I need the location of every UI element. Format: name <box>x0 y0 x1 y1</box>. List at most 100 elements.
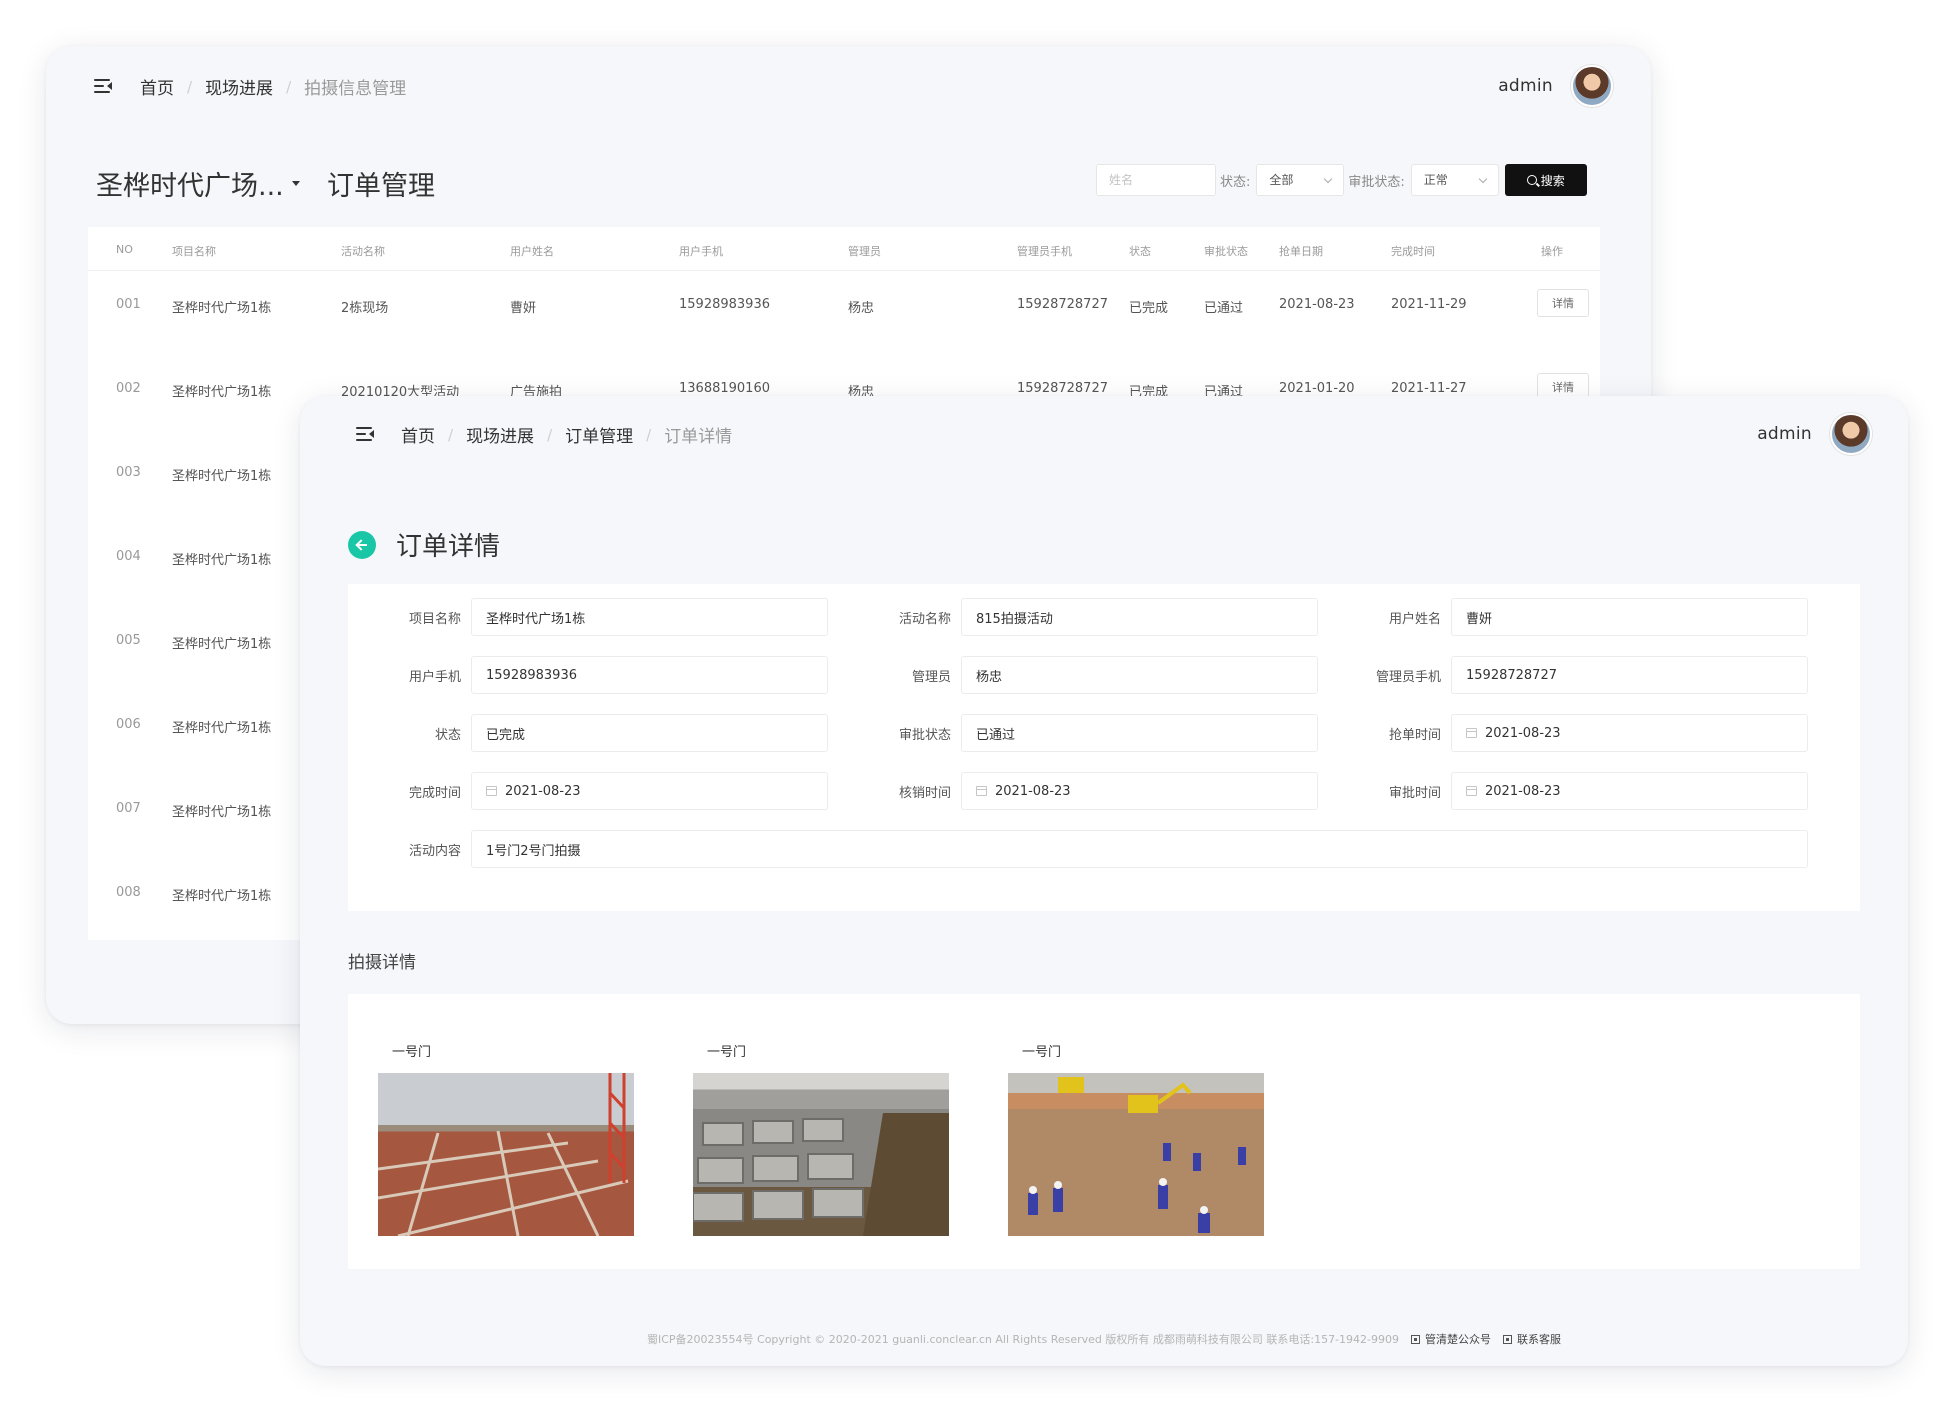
grab-time-input[interactable]: 2021-08-23 <box>1451 714 1808 752</box>
field-admin: 管理员 杨忠 <box>838 656 1318 694</box>
user-phone-input[interactable]: 15928983936 <box>471 656 828 694</box>
user-menu[interactable]: admin <box>1757 413 1872 455</box>
finish-time-input[interactable]: 2021-08-23 <box>471 772 828 810</box>
user-menu[interactable]: admin <box>1498 65 1613 107</box>
th-project: 项目名称 <box>172 245 216 258</box>
avatar[interactable] <box>1830 413 1872 455</box>
menu-collapse-icon[interactable] <box>356 426 374 442</box>
field-activity-name: 活动名称 815拍摄活动 <box>838 598 1318 636</box>
th-status: 状态 <box>1129 245 1151 258</box>
cell-no: 007 <box>116 801 141 816</box>
field-status: 状态 已完成 <box>348 714 828 752</box>
username: admin <box>1757 424 1812 444</box>
field-admin-phone: 管理员手机 15928728727 <box>1328 656 1808 694</box>
cell-no: 003 <box>116 465 141 480</box>
photo-caption: 一号门 <box>392 1045 432 1060</box>
breadcrumb: 首页 / 现场进展 / 订单管理 / 订单详情 <box>401 422 733 448</box>
photo-caption: 一号门 <box>1022 1045 1062 1060</box>
cell-phone: 15928983936 <box>679 297 770 312</box>
project-name-input[interactable]: 圣桦时代广场1栋 <box>471 598 828 636</box>
project-selector-label: 圣桦时代广场... <box>96 171 284 202</box>
site-photo-1[interactable] <box>378 1073 634 1236</box>
breadcrumb-home[interactable]: 首页 <box>401 422 435 447</box>
approval-status-input[interactable]: 已通过 <box>961 714 1318 752</box>
cell-project: 圣桦时代广场1栋 <box>172 721 272 736</box>
approval-status-select[interactable]: 正常 <box>1410 164 1499 196</box>
menu-collapse-icon[interactable] <box>94 78 112 94</box>
verify-time-input[interactable]: 2021-08-23 <box>961 772 1318 810</box>
top-bar: 首页 / 现场进展 / 拍摄信息管理 admin <box>46 46 1651 126</box>
table-row: 001 圣桦时代广场1栋 2栋现场 曹妍 15928983936 杨忠 1592872872… <box>88 271 1600 355</box>
breadcrumb-site-progress[interactable]: 现场进展 <box>466 422 534 447</box>
breadcrumb-current: 订单详情 <box>664 427 733 447</box>
cell-activity: 2栋现场 <box>341 301 389 316</box>
breadcrumb-order-management[interactable]: 订单管理 <box>565 422 633 447</box>
qrcode-icon <box>1411 1334 1421 1344</box>
calendar-icon <box>1466 728 1477 738</box>
cell-approval: 已通过 <box>1204 301 1244 316</box>
caret-down-icon <box>291 181 300 186</box>
order-detail-window: 首页 / 现场进展 / 订单管理 / 订单详情 admin 订单详情 项目名称 … <box>300 396 1908 1366</box>
field-user-name: 用户姓名 曹妍 <box>1328 598 1808 636</box>
cell-no: 004 <box>116 549 141 564</box>
field-verify-time: 核销时间 2021-08-23 <box>838 772 1318 810</box>
chevron-down-icon <box>1324 174 1333 184</box>
chevron-down-icon <box>1478 174 1488 184</box>
back-arrow-icon[interactable] <box>348 530 376 559</box>
field-finish-time: 完成时间 2021-08-23 <box>348 772 828 810</box>
order-detail-form: 项目名称 圣桦时代广场1栋 活动名称 815拍摄活动 用户姓名 曹妍 用户手机 … <box>348 584 1860 911</box>
approval-time-input[interactable]: 2021-08-23 <box>1451 772 1808 810</box>
th-action: 操作 <box>1541 245 1563 258</box>
th-grab-date: 抢单日期 <box>1279 245 1323 258</box>
field-project-name: 项目名称 圣桦时代广场1栋 <box>348 598 828 636</box>
cell-project: 圣桦时代广场1栋 <box>172 805 272 820</box>
status-select[interactable]: 全部 <box>1256 164 1345 196</box>
status-filter-label: 状态: <box>1220 174 1251 190</box>
avatar[interactable] <box>1571 65 1613 107</box>
th-admin-phone: 管理员手机 <box>1017 245 1072 258</box>
breadcrumb-site-progress[interactable]: 现场进展 <box>205 74 273 99</box>
footer-copyright: 蜀ICP备20023554号 Copyright © 2020-2021 gua… <box>646 1333 1400 1346</box>
cell-admin: 杨忠 <box>848 301 875 316</box>
cell-status: 已完成 <box>1129 301 1169 316</box>
name-search-input[interactable] <box>1096 164 1216 196</box>
cell-user: 曹妍 <box>510 301 537 316</box>
status-input[interactable]: 已完成 <box>471 714 828 752</box>
admin-input[interactable]: 杨忠 <box>961 656 1318 694</box>
activity-content-input[interactable]: 1号门2号门拍摄 <box>471 830 1808 868</box>
shoot-details-title: 拍摄详情 <box>348 953 416 973</box>
detail-header: 订单详情 <box>348 526 500 563</box>
field-user-phone: 用户手机 15928983936 <box>348 656 828 694</box>
cell-done-date: 2021-11-27 <box>1391 381 1467 396</box>
cell-no: 005 <box>116 633 141 648</box>
top-bar: 首页 / 现场进展 / 订单管理 / 订单详情 admin <box>300 396 1908 476</box>
user-name-input[interactable]: 曹妍 <box>1451 598 1808 636</box>
filter-bar: 状态: 全部 审批状态: 正常 搜索 <box>1096 164 1587 196</box>
th-approval: 审批状态 <box>1204 245 1248 258</box>
field-approval-status: 审批状态 已通过 <box>838 714 1318 752</box>
cell-admin-phone: 15928728727 <box>1017 297 1108 312</box>
th-activity: 活动名称 <box>341 245 385 258</box>
photo-caption: 一号门 <box>707 1045 747 1060</box>
wechat-official-account-link[interactable]: 管清楚公众号 <box>1411 1331 1491 1347</box>
admin-phone-input[interactable]: 15928728727 <box>1451 656 1808 694</box>
cell-grab-date: 2021-01-20 <box>1279 381 1355 396</box>
site-photo-2[interactable] <box>693 1073 949 1236</box>
customer-service-link[interactable]: 联系客服 <box>1503 1331 1561 1347</box>
cell-project: 圣桦时代广场1栋 <box>172 889 272 904</box>
activity-name-input[interactable]: 815拍摄活动 <box>961 598 1318 636</box>
breadcrumb-home[interactable]: 首页 <box>140 74 174 99</box>
footer: 蜀ICP备20023554号 Copyright © 2020-2021 gua… <box>300 1331 1908 1347</box>
cell-project: 圣桦时代广场1栋 <box>172 385 272 400</box>
page-title: 订单详情 <box>396 532 501 562</box>
search-button[interactable]: 搜索 <box>1504 164 1587 196</box>
field-activity-content: 活动内容 1号门2号门拍摄 <box>348 830 1808 868</box>
site-photo-3[interactable] <box>1008 1073 1264 1236</box>
th-user: 用户姓名 <box>510 245 554 258</box>
detail-button[interactable]: 详情 <box>1537 289 1589 317</box>
cell-no: 006 <box>116 717 141 732</box>
photo-gallery: 一号门 一号门 一号门 <box>348 994 1860 1269</box>
qrcode-icon <box>1503 1334 1513 1344</box>
project-selector[interactable]: 圣桦时代广场... <box>96 164 300 203</box>
th-no: NO <box>116 243 133 256</box>
